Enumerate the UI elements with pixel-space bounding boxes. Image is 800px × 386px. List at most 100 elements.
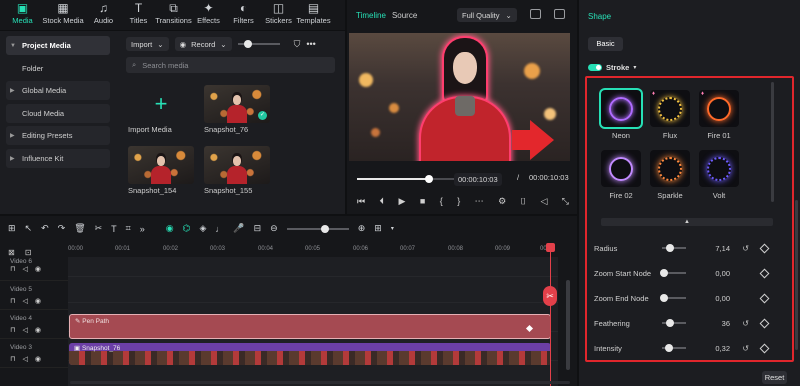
play-icon[interactable]: ▶ xyxy=(399,196,406,207)
import-dropdown[interactable]: Import ⌄ xyxy=(126,37,169,51)
param-value[interactable]: 0,00 xyxy=(715,269,730,278)
sidebar-item-influence-kit[interactable]: ▶ Influence Kit xyxy=(6,148,110,168)
undo-icon[interactable]: ↶ xyxy=(41,223,49,234)
split-icon[interactable]: ✂ xyxy=(95,223,103,234)
text-tool-icon[interactable]: T xyxy=(111,224,117,234)
sidebar-item-editing-presets[interactable]: ▶ Editing Presets xyxy=(6,126,110,145)
render-icon[interactable]: ⚙ xyxy=(498,196,506,207)
param-slider[interactable] xyxy=(660,294,686,302)
grid-icon[interactable]: ⊞ xyxy=(374,223,382,234)
media-tile[interactable]: Snapshot_155 xyxy=(204,146,270,195)
preset-fire-01[interactable]: ♦ Fire 01 xyxy=(699,90,739,140)
lock-icon[interactable]: ⊓ xyxy=(10,355,15,363)
quality-dropdown[interactable]: Full Quality ⌄ xyxy=(457,8,517,22)
panel-scrollbar[interactable] xyxy=(795,200,798,350)
track-icon[interactable]: ⊟ xyxy=(254,223,262,234)
keyframe-icon[interactable] xyxy=(759,293,770,303)
param-value[interactable]: 36 xyxy=(722,319,730,328)
scrubber-knob[interactable] xyxy=(425,175,433,183)
playhead-line[interactable] xyxy=(550,243,551,386)
step-back-icon[interactable]: ⏴ xyxy=(380,196,385,207)
param-value[interactable]: 7,14 xyxy=(715,244,730,253)
thumbnail-size-slider[interactable] xyxy=(237,40,280,48)
stroke-toggle[interactable] xyxy=(588,64,602,71)
reset-icon[interactable]: ↺ xyxy=(742,244,749,253)
preset-volt[interactable]: Volt xyxy=(699,150,739,200)
keyframe-icon[interactable] xyxy=(759,318,770,328)
slider-knob[interactable] xyxy=(243,40,252,48)
lock-icon[interactable]: ⊓ xyxy=(10,265,15,273)
fullscreen-icon[interactable]: ⤡ xyxy=(562,196,569,207)
tab-stickers[interactable]: ◫ Stickers xyxy=(262,2,295,30)
param-value[interactable]: 0,00 xyxy=(715,294,730,303)
snapshot-image-icon[interactable] xyxy=(554,9,565,19)
filter-icon[interactable]: ⛉ xyxy=(294,39,301,50)
record-voice-icon[interactable]: ♩ xyxy=(215,224,224,234)
lane-video-5[interactable] xyxy=(68,277,558,303)
keyframe-icon[interactable] xyxy=(759,343,770,353)
more-icon[interactable]: ••• xyxy=(306,39,315,49)
sidebar-item-project-media[interactable]: ▼ Project Media xyxy=(6,36,110,55)
preset-fire-02[interactable]: Fire 02 xyxy=(601,150,641,200)
stop-icon[interactable]: ■ xyxy=(420,196,425,207)
media-tile[interactable]: Snapshot_154 xyxy=(128,146,194,195)
preset-sparkle[interactable]: Sparkle xyxy=(650,150,690,200)
tab-stock-media[interactable]: ▦ Stock Media xyxy=(41,2,85,30)
import-media-tile[interactable]: + Import Media xyxy=(128,85,194,134)
playhead-handle[interactable] xyxy=(546,243,555,252)
eye-icon[interactable]: ◉ xyxy=(35,265,41,273)
more-options-icon[interactable]: ⋯ xyxy=(475,196,484,207)
ai-icon[interactable]: ◉ xyxy=(166,223,174,234)
search-media[interactable]: ⌕ Search media xyxy=(126,57,335,73)
keyframe-icon[interactable] xyxy=(759,243,770,253)
tab-audio[interactable]: ♫ Audio xyxy=(87,2,120,30)
tab-timeline[interactable]: Timeline xyxy=(356,11,386,20)
timeline-horizontal-scrollbar[interactable] xyxy=(70,381,570,384)
speaker-icon[interactable]: ◁ xyxy=(22,297,27,305)
tab-effects[interactable]: ✦ Effects xyxy=(192,2,225,30)
delete-icon[interactable]: 🗑 xyxy=(74,223,85,234)
tab-transitions[interactable]: ⧉ Transitions xyxy=(155,2,191,30)
speaker-icon[interactable]: ◁ xyxy=(22,326,27,334)
more-tools-icon[interactable]: » xyxy=(140,224,145,234)
preset-neon[interactable]: Neon xyxy=(601,90,641,140)
crop-icon[interactable]: ⌗ xyxy=(126,223,131,234)
param-slider[interactable] xyxy=(662,319,686,327)
link-icon[interactable]: ⊡ xyxy=(25,248,32,257)
clip-pen-path[interactable]: ✎ Pen Path xyxy=(69,314,551,339)
record-dropdown[interactable]: ◉ Record ⌄ xyxy=(174,37,232,51)
eye-icon[interactable]: ◉ xyxy=(35,326,41,334)
scissors-icon[interactable]: ✂ xyxy=(543,286,557,306)
param-slider[interactable] xyxy=(662,244,686,252)
param-slider[interactable] xyxy=(660,269,686,277)
param-value[interactable]: 0,32 xyxy=(715,344,730,353)
collapse-presets-button[interactable]: ▲ xyxy=(601,218,773,226)
select-tool-icon[interactable]: ↖ xyxy=(25,223,33,234)
previous-frame-icon[interactable]: ⏮ xyxy=(357,196,365,207)
caret-down-icon[interactable]: ▾ xyxy=(633,64,636,71)
lane-video-6[interactable] xyxy=(68,257,558,277)
mark-in-icon[interactable]: { xyxy=(440,196,443,207)
clip-snapshot-76[interactable]: ▣ Snapshot_76 xyxy=(69,343,551,365)
reset-button[interactable]: Reset xyxy=(762,371,787,384)
sidebar-item-cloud-media[interactable]: Cloud Media xyxy=(6,103,110,123)
redo-icon[interactable]: ↷ xyxy=(58,223,66,234)
speaker-icon[interactable]: ◁ xyxy=(22,355,27,363)
sidebar-item-global-media[interactable]: ▶ Global Media xyxy=(6,81,110,100)
zoom-out-icon[interactable]: ⊖ xyxy=(270,223,278,234)
time-ruler[interactable]: 00:00 00:01 00:02 00:03 00:04 00:05 00:0… xyxy=(68,243,558,255)
layout-icon[interactable]: ⊞ xyxy=(8,223,16,234)
timeline-zoom-slider[interactable] xyxy=(286,224,349,233)
reset-icon[interactable]: ↺ xyxy=(742,319,749,328)
caret-down-icon[interactable]: ▾ xyxy=(391,225,394,232)
preset-flux[interactable]: ♦ Flux xyxy=(650,90,690,140)
snap-icon[interactable]: ⌬ xyxy=(183,223,191,234)
add-track-icon[interactable]: ⊠ xyxy=(8,248,15,257)
tab-basic[interactable]: Basic xyxy=(588,37,623,51)
compare-view-icon[interactable] xyxy=(530,9,541,19)
eye-icon[interactable]: ◉ xyxy=(35,297,41,305)
param-slider[interactable] xyxy=(662,344,686,352)
lock-icon[interactable]: ⊓ xyxy=(10,326,15,334)
marker-icon[interactable]: ◈ xyxy=(199,223,206,234)
speaker-icon[interactable]: ◁ xyxy=(22,265,27,273)
